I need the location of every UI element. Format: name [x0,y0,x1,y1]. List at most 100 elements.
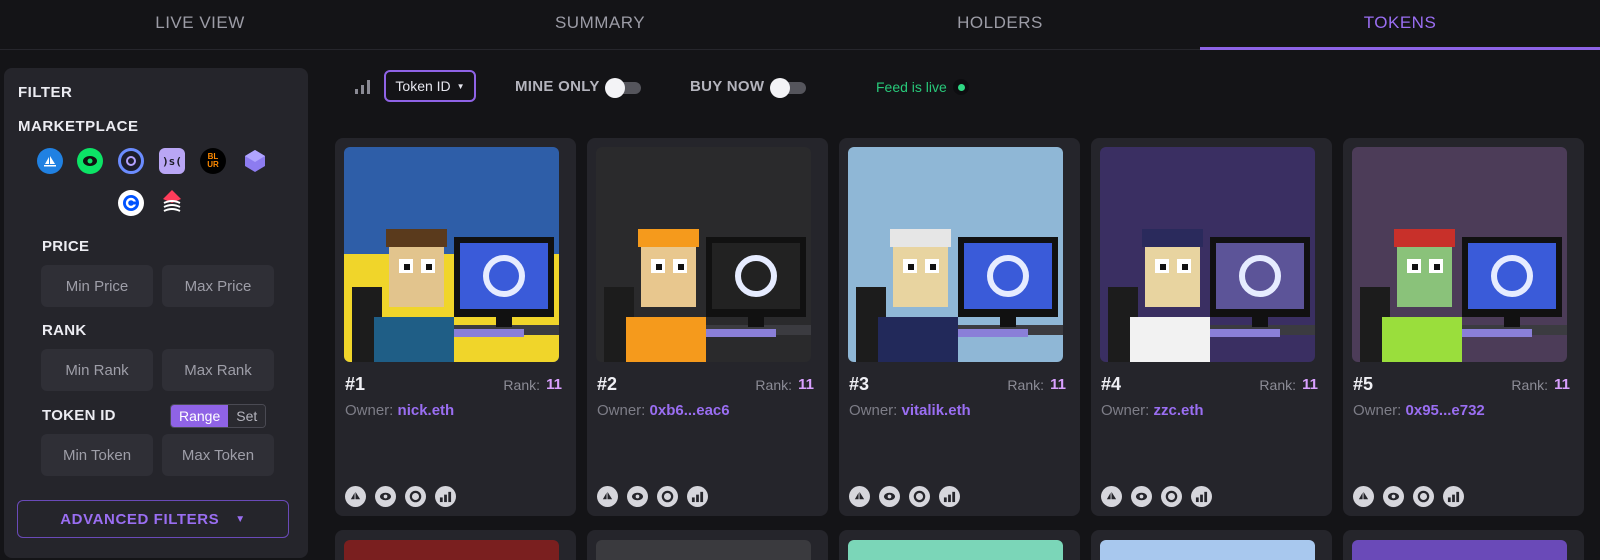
mine-only-toggle[interactable] [605,78,641,98]
max-price-input[interactable] [162,265,274,307]
filter-sidebar: FILTER MARKETPLACE )s( BLUR PRICE RANK T… [4,68,308,558]
zora-icon[interactable] [159,188,185,214]
rank-value: 11 [546,376,562,393]
owner-row: Owner: nick.eth [345,402,454,419]
token-image [848,540,1063,560]
set-option[interactable]: Set [228,405,266,427]
owner-link[interactable]: vitalik.eth [902,402,971,419]
opensea-icon[interactable] [849,486,870,507]
x2y2-icon[interactable] [909,486,930,507]
owner-label: Owner: [345,402,394,419]
opensea-icon[interactable] [1353,486,1374,507]
token-card[interactable] [587,530,828,560]
x2y2-icon[interactable] [1413,486,1434,507]
rank-value: 11 [1554,376,1570,393]
owner-link[interactable]: 0xb6...eac6 [650,402,730,419]
marketplace-icons: )s( BL UR [4,148,308,218]
sudoswap-icon[interactable]: )s( [159,148,185,174]
rank-label: Rank: [1259,377,1296,393]
x2y2-icon[interactable] [405,486,426,507]
opensea-icon[interactable] [1101,486,1122,507]
coinbase-icon[interactable] [118,190,144,216]
bar-chart-icon[interactable] [354,78,372,94]
owner-label: Owner: [597,402,646,419]
tab-live-view[interactable]: LIVE VIEW [0,0,400,49]
sort-select[interactable]: Token ID ▼ [384,70,476,102]
marketplace-title: MARKETPLACE [18,118,139,135]
token-image [596,147,811,362]
token-number: #3 [849,374,870,394]
rank-label: Rank: [503,377,540,393]
owner-link[interactable]: 0x95...e732 [1406,402,1485,419]
owner-row: Owner: 0xb6...eac6 [597,402,730,419]
max-rank-input[interactable] [162,349,274,391]
token-image [1352,147,1567,362]
min-price-input[interactable] [41,265,153,307]
caret-down-icon: ▼ [456,81,465,91]
chart-icon[interactable] [1443,486,1464,507]
x2y2-icon[interactable] [657,486,678,507]
x2y2-icon[interactable] [1161,486,1182,507]
rank-value: 11 [1302,376,1318,393]
range-option[interactable]: Range [171,405,229,427]
token-card[interactable] [839,530,1080,560]
token-image [848,147,1063,362]
advanced-filters-label: ADVANCED FILTERS [60,510,220,528]
owner-row: Owner: zzc.eth [1101,402,1204,419]
blur-icon[interactable]: BL UR [200,148,226,174]
owner-row: Owner: vitalik.eth [849,402,971,419]
token-number: #4 [1101,374,1122,394]
chart-icon[interactable] [939,486,960,507]
token-card[interactable] [335,530,576,560]
opensea-icon[interactable] [345,486,366,507]
looksrare-icon[interactable] [1383,486,1404,507]
buy-now-label: BUY NOW [690,78,765,95]
token-card[interactable] [1091,530,1332,560]
owner-label: Owner: [849,402,898,419]
token-image [596,540,811,560]
token-card[interactable]: #2 Rank: 11 Owner: 0xb6...eac6 [587,138,828,516]
owner-link[interactable]: zzc.eth [1154,402,1204,419]
rank-label: RANK [42,322,87,339]
opensea-icon[interactable] [37,148,63,174]
looksrare-icon[interactable] [627,486,648,507]
max-token-input[interactable] [162,434,274,476]
token-image [1100,147,1315,362]
tab-tokens[interactable]: TOKENS [1200,0,1600,50]
token-card[interactable] [1343,530,1584,560]
looksrare-icon[interactable] [879,486,900,507]
owner-label: Owner: [1353,402,1402,419]
owner-link[interactable]: nick.eth [398,402,455,419]
rank-value: 11 [1050,376,1066,393]
price-label: PRICE [42,238,90,255]
token-card[interactable]: #5 Rank: 11 Owner: 0x95...e732 [1343,138,1584,516]
min-token-input[interactable] [41,434,153,476]
tab-summary[interactable]: SUMMARY [400,0,800,49]
rank-label: Rank: [1511,377,1548,393]
looksrare-icon[interactable] [1131,486,1152,507]
buy-now-toggle[interactable] [770,78,806,98]
sort-value: Token ID [395,78,451,94]
token-card[interactable]: #3 Rank: 11 Owner: vitalik.eth [839,138,1080,516]
looksrare-icon[interactable] [375,486,396,507]
looksrare-icon[interactable] [77,148,103,174]
opensea-icon[interactable] [597,486,618,507]
chart-icon[interactable] [687,486,708,507]
x2y2-icon[interactable] [118,148,144,174]
chart-icon[interactable] [435,486,456,507]
chart-icon[interactable] [1191,486,1212,507]
owner-label: Owner: [1101,402,1150,419]
min-rank-input[interactable] [41,349,153,391]
rank-label: Rank: [755,377,792,393]
filter-title: FILTER [18,84,73,101]
token-number: #2 [597,374,618,394]
token-card[interactable]: #4 Rank: 11 Owner: zzc.eth [1091,138,1332,516]
advanced-filters-button[interactable]: ADVANCED FILTERS ▼ [17,500,289,538]
token-number: #1 [345,374,366,394]
token-card[interactable]: #1 Rank: 11 Owner: nick.eth [335,138,576,516]
token-image [344,147,559,362]
token-id-label: TOKEN ID [42,407,116,424]
live-indicator-icon [953,79,969,95]
nftx-icon[interactable] [242,148,268,174]
tab-holders[interactable]: HOLDERS [800,0,1200,49]
